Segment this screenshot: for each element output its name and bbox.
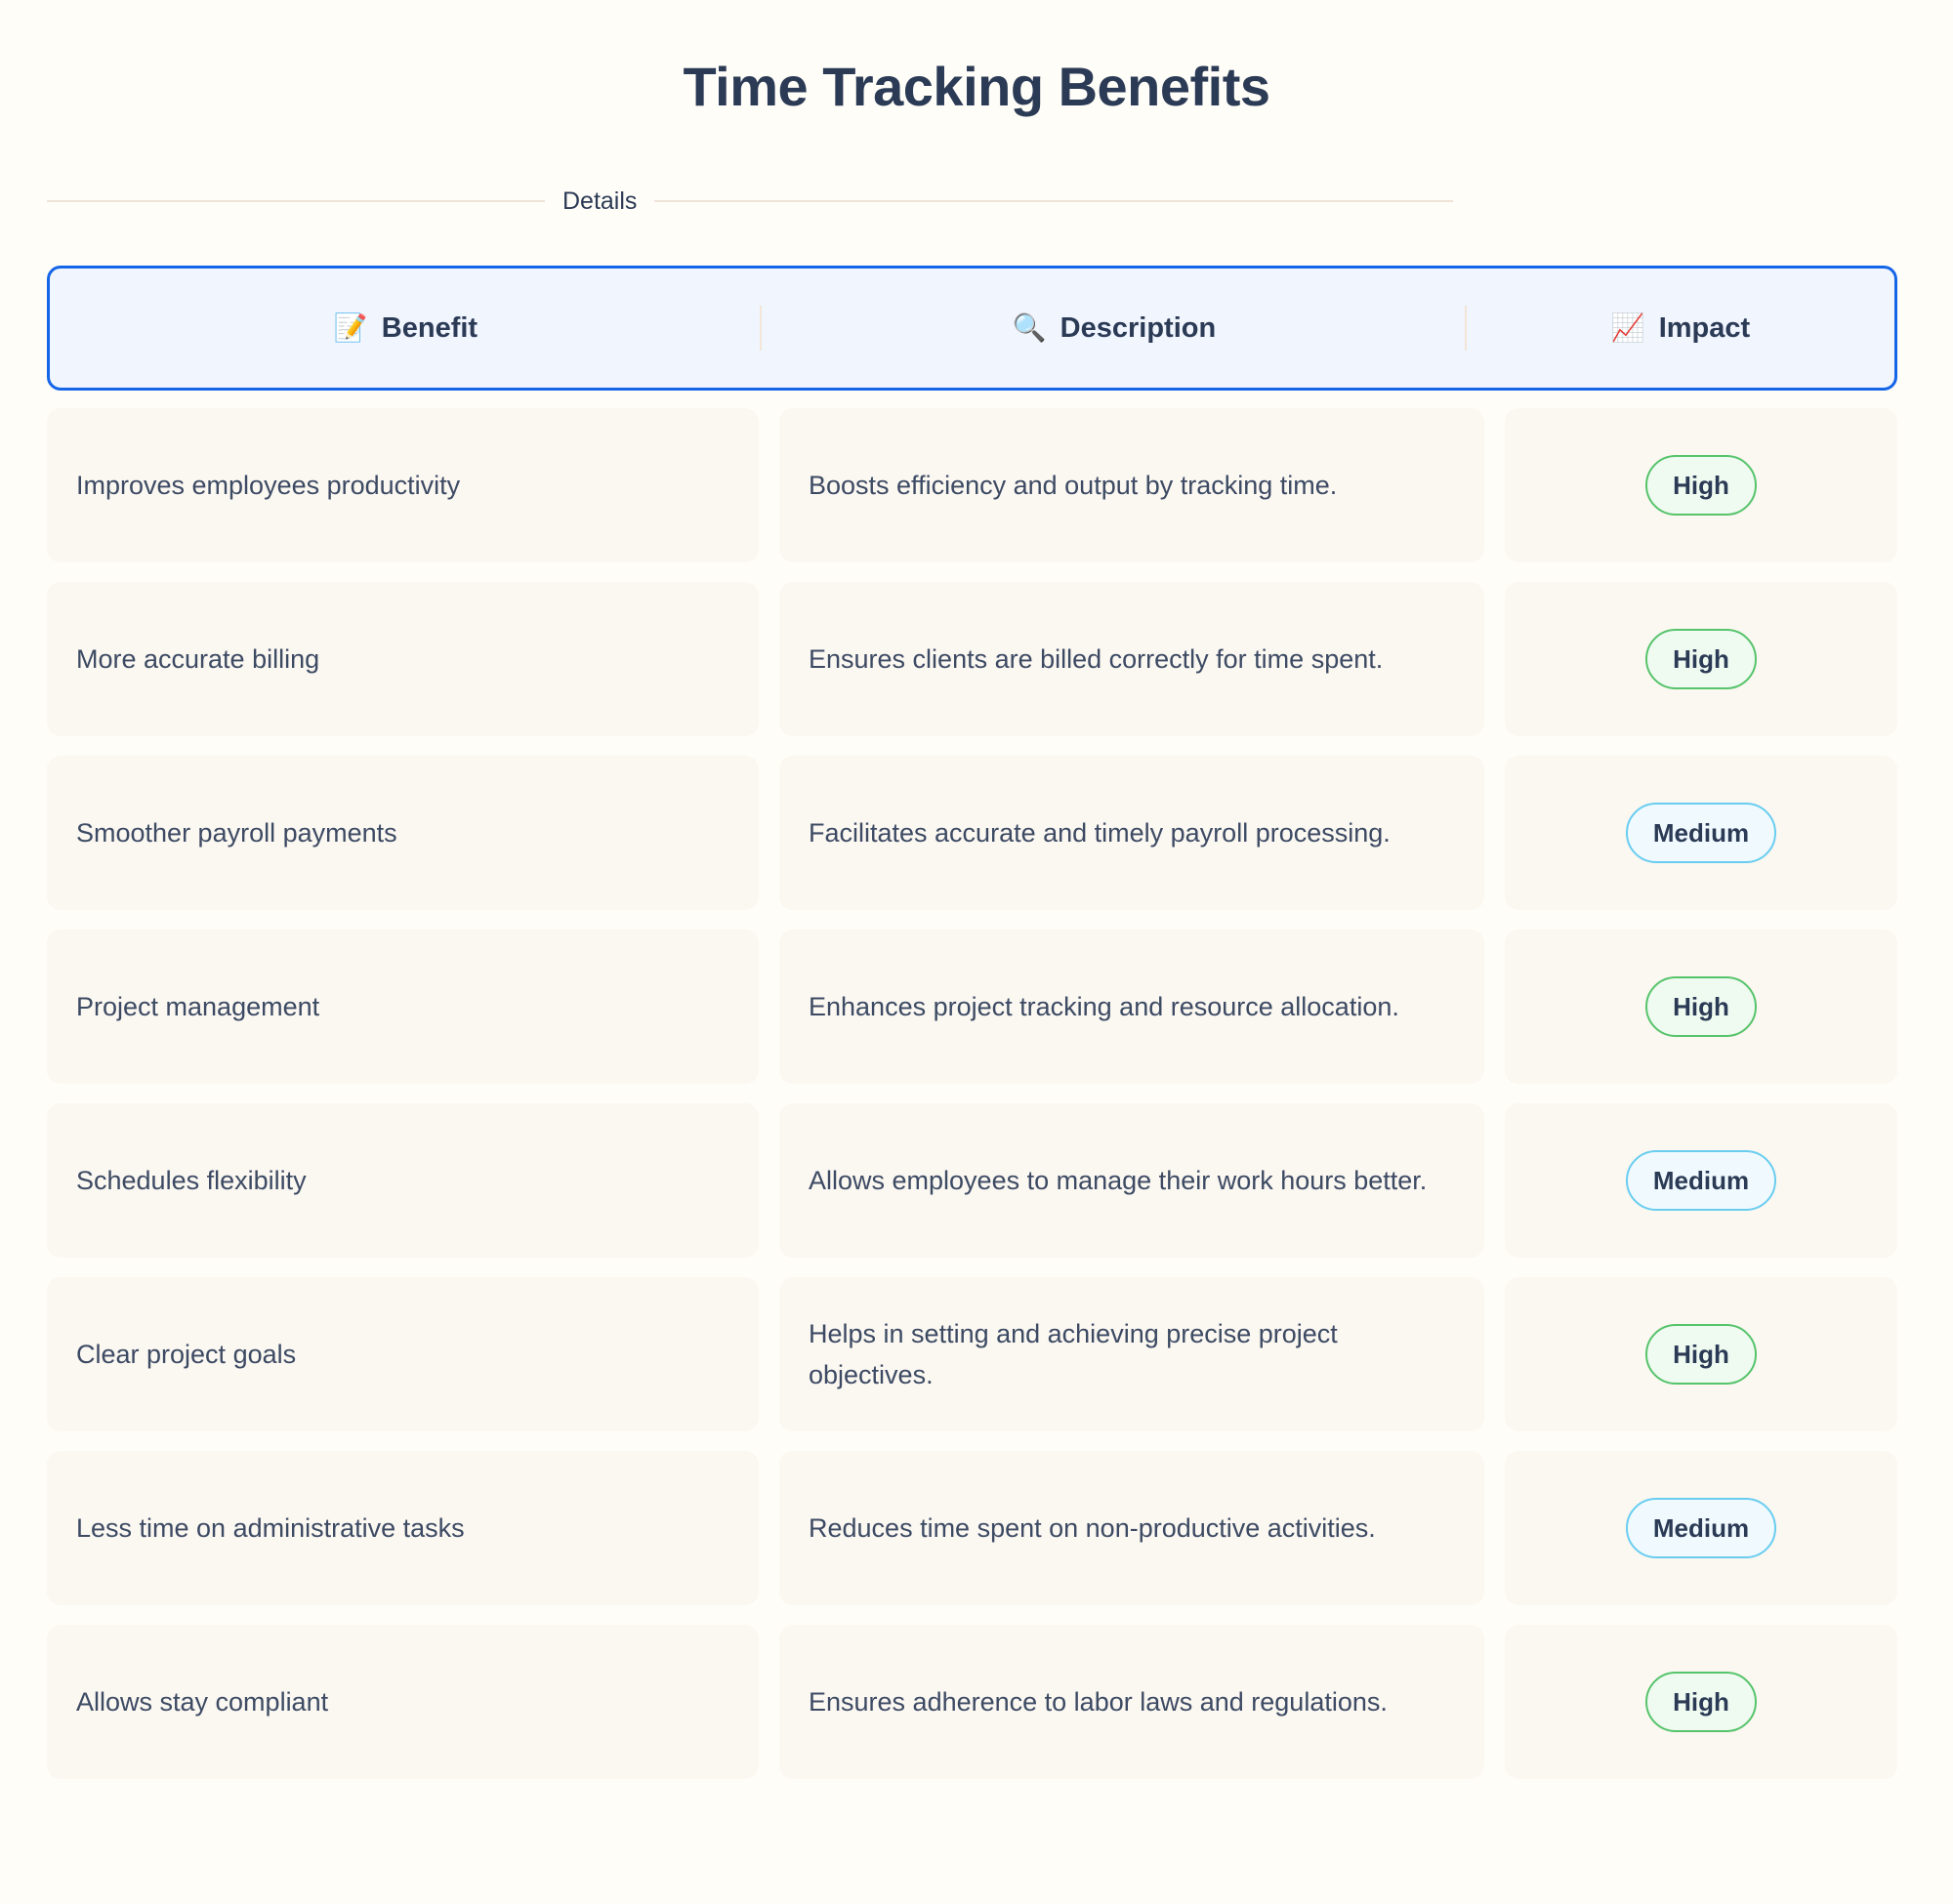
- cell-benefit: Project management: [47, 930, 759, 1084]
- cell-description: Reduces time spent on non-productive act…: [779, 1451, 1484, 1605]
- table-row: Project management Enhances project track…: [47, 930, 1897, 1084]
- divider-line-right: [654, 200, 1453, 202]
- cell-benefit: Improves employees productivity: [47, 408, 759, 562]
- benefit-text: Allows stay compliant: [76, 1686, 329, 1717]
- cell-description: Ensures clients are billed correctly for…: [779, 582, 1484, 736]
- impact-badge: Medium: [1625, 803, 1777, 863]
- benefit-text: Clear project goals: [76, 1339, 297, 1369]
- impact-badge: High: [1645, 1672, 1757, 1732]
- cell-description: Boosts efficiency and output by tracking…: [779, 408, 1484, 562]
- benefit-text: Improves employees productivity: [76, 470, 461, 500]
- table-row: Improves employees productivity Boosts ef…: [47, 408, 1897, 562]
- cell-benefit: More accurate billing: [47, 582, 759, 736]
- cell-impact: Medium: [1505, 756, 1897, 910]
- impact-badge: High: [1645, 1324, 1757, 1385]
- cell-benefit: Less time on administrative tasks: [47, 1451, 759, 1605]
- column-header-description[interactable]: 🔍 Description: [762, 269, 1467, 388]
- table-row: Clear project goals Helps in setting and …: [47, 1277, 1897, 1431]
- cell-benefit: Clear project goals: [47, 1277, 759, 1431]
- table-row: Schedules flexibility Allows employees to…: [47, 1103, 1897, 1258]
- section-caption: Details: [562, 186, 638, 215]
- description-text: Ensures adherence to labor laws and regu…: [809, 1686, 1388, 1717]
- page-root: Time Tracking Benefits Details 📝 Benefit…: [0, 0, 1953, 1904]
- description-text: Allows employees to manage their work ho…: [809, 1165, 1428, 1195]
- impact-badge: High: [1645, 629, 1757, 689]
- table-row: Allows stay compliant Ensures adherence t…: [47, 1625, 1897, 1779]
- benefit-text: More accurate billing: [76, 643, 320, 674]
- column-header-impact[interactable]: 📈 Impact: [1467, 269, 1894, 388]
- section-divider: Details: [47, 184, 1453, 219]
- impact-badge: Medium: [1625, 1498, 1777, 1558]
- cell-benefit: Schedules flexibility: [47, 1103, 759, 1258]
- cell-impact: Medium: [1505, 1103, 1897, 1258]
- description-text: Enhances project tracking and resource a…: [809, 991, 1399, 1021]
- benefit-text: Less time on administrative tasks: [76, 1512, 465, 1543]
- impact-badge: High: [1645, 976, 1757, 1037]
- impact-badge: Medium: [1625, 1150, 1777, 1211]
- table-body: Improves employees productivity Boosts ef…: [47, 408, 1897, 1779]
- description-text: Boosts efficiency and output by tracking…: [809, 470, 1338, 500]
- description-text: Ensures clients are billed correctly for…: [809, 643, 1384, 674]
- cell-impact: High: [1505, 582, 1897, 736]
- benefit-text: Schedules flexibility: [76, 1165, 307, 1195]
- column-header-benefit-label: Benefit: [381, 311, 478, 344]
- description-text: Facilitates accurate and timely payroll …: [809, 817, 1391, 848]
- table-row: Smoother payroll payments Facilitates acc…: [47, 756, 1897, 910]
- cell-description: Helps in setting and achieving precise p…: [779, 1277, 1484, 1431]
- cell-benefit: Allows stay compliant: [47, 1625, 759, 1779]
- memo-icon: 📝: [333, 312, 368, 343]
- column-header-impact-label: Impact: [1658, 311, 1751, 344]
- cell-benefit: Smoother payroll payments: [47, 756, 759, 910]
- magnifying-glass-icon: 🔍: [1012, 312, 1047, 343]
- impact-badge: High: [1645, 455, 1757, 516]
- divider-line-left: [47, 200, 545, 202]
- cell-impact: High: [1505, 408, 1897, 562]
- table-header-row: 📝 Benefit 🔍 Description 📈 Impact: [47, 266, 1897, 391]
- column-header-description-label: Description: [1060, 311, 1217, 344]
- benefit-text: Project management: [76, 991, 320, 1021]
- cell-description: Ensures adherence to labor laws and regu…: [779, 1625, 1484, 1779]
- table-row: More accurate billing Ensures clients are…: [47, 582, 1897, 736]
- cell-description: Enhances project tracking and resource a…: [779, 930, 1484, 1084]
- cell-impact: High: [1505, 1277, 1897, 1431]
- cell-description: Allows employees to manage their work ho…: [779, 1103, 1484, 1258]
- page-title: Time Tracking Benefits: [683, 56, 1270, 117]
- column-header-benefit[interactable]: 📝 Benefit: [50, 269, 762, 388]
- description-text: Reduces time spent on non-productive act…: [809, 1512, 1376, 1543]
- benefits-table: 📝 Benefit 🔍 Description 📈 Impact Improve…: [47, 266, 1897, 1799]
- chart-increasing-icon: 📈: [1610, 312, 1645, 343]
- benefit-text: Smoother payroll payments: [76, 817, 397, 848]
- cell-impact: High: [1505, 1625, 1897, 1779]
- cell-impact: Medium: [1505, 1451, 1897, 1605]
- cell-impact: High: [1505, 930, 1897, 1084]
- description-text: Helps in setting and achieving precise p…: [809, 1318, 1338, 1389]
- cell-description: Facilitates accurate and timely payroll …: [779, 756, 1484, 910]
- table-row: Less time on administrative tasks Reduces…: [47, 1451, 1897, 1605]
